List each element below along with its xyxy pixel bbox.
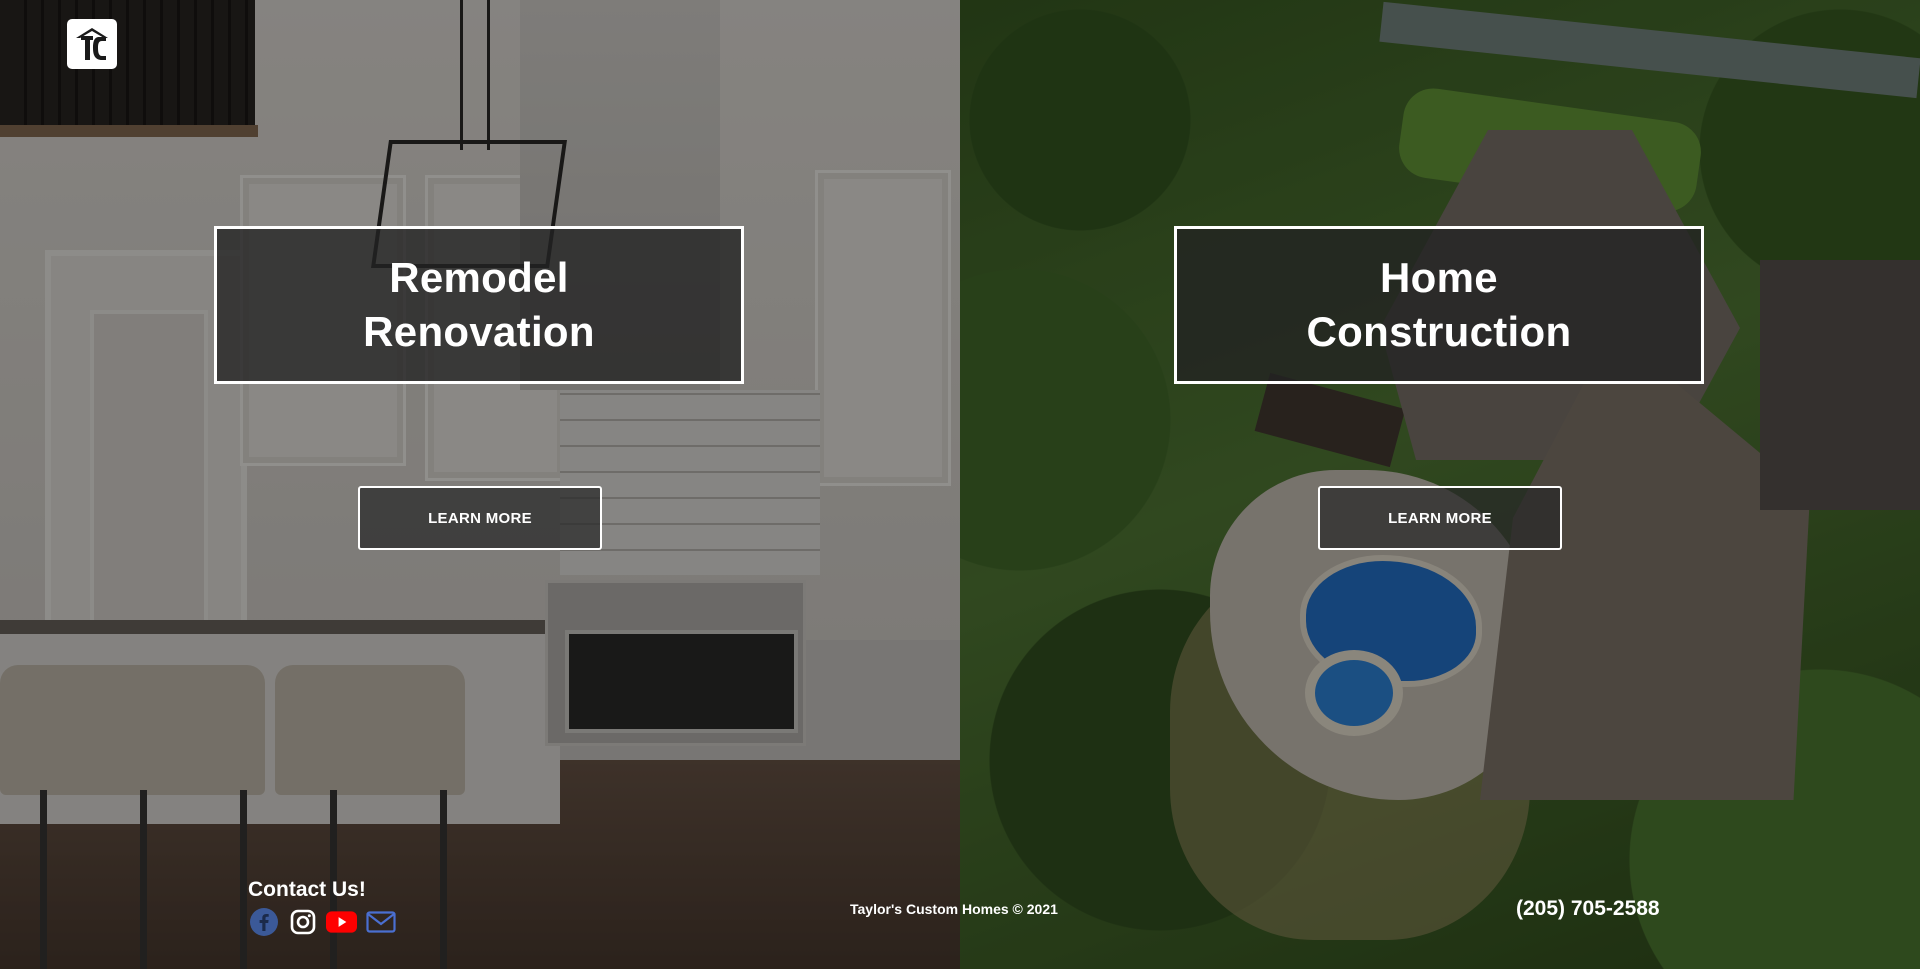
remodel-learn-more-button[interactable]: LEARN MORE xyxy=(358,486,602,550)
copyright-text: Taylor's Custom Homes © 2021 xyxy=(850,901,1058,917)
remodel-panel[interactable] xyxy=(0,0,960,969)
home-construction-card: Home Construction xyxy=(1174,226,1704,384)
aerial-house-photo xyxy=(960,0,1920,969)
logo-icon xyxy=(76,28,108,60)
remodel-renovation-card: Remodel Renovation xyxy=(214,226,744,384)
instagram-icon[interactable] xyxy=(287,907,318,937)
kitchen-photo xyxy=(0,0,960,969)
youtube-icon[interactable] xyxy=(326,907,357,937)
facebook-icon[interactable] xyxy=(248,907,279,937)
home-construction-title: Home Construction xyxy=(1306,254,1572,355)
construction-panel[interactable] xyxy=(960,0,1920,969)
landing-page: Remodel Renovation LEARN MORE Home Const… xyxy=(0,0,1920,969)
social-links xyxy=(248,907,396,937)
construction-learn-more-button[interactable]: LEARN MORE xyxy=(1318,486,1562,550)
remodel-renovation-title: Remodel Renovation xyxy=(363,254,595,355)
phone-link[interactable]: (205) 705-2588 xyxy=(1516,897,1660,921)
brand-logo[interactable] xyxy=(67,19,117,69)
contact-us-heading: Contact Us! xyxy=(248,878,366,901)
mail-icon[interactable] xyxy=(365,907,396,937)
